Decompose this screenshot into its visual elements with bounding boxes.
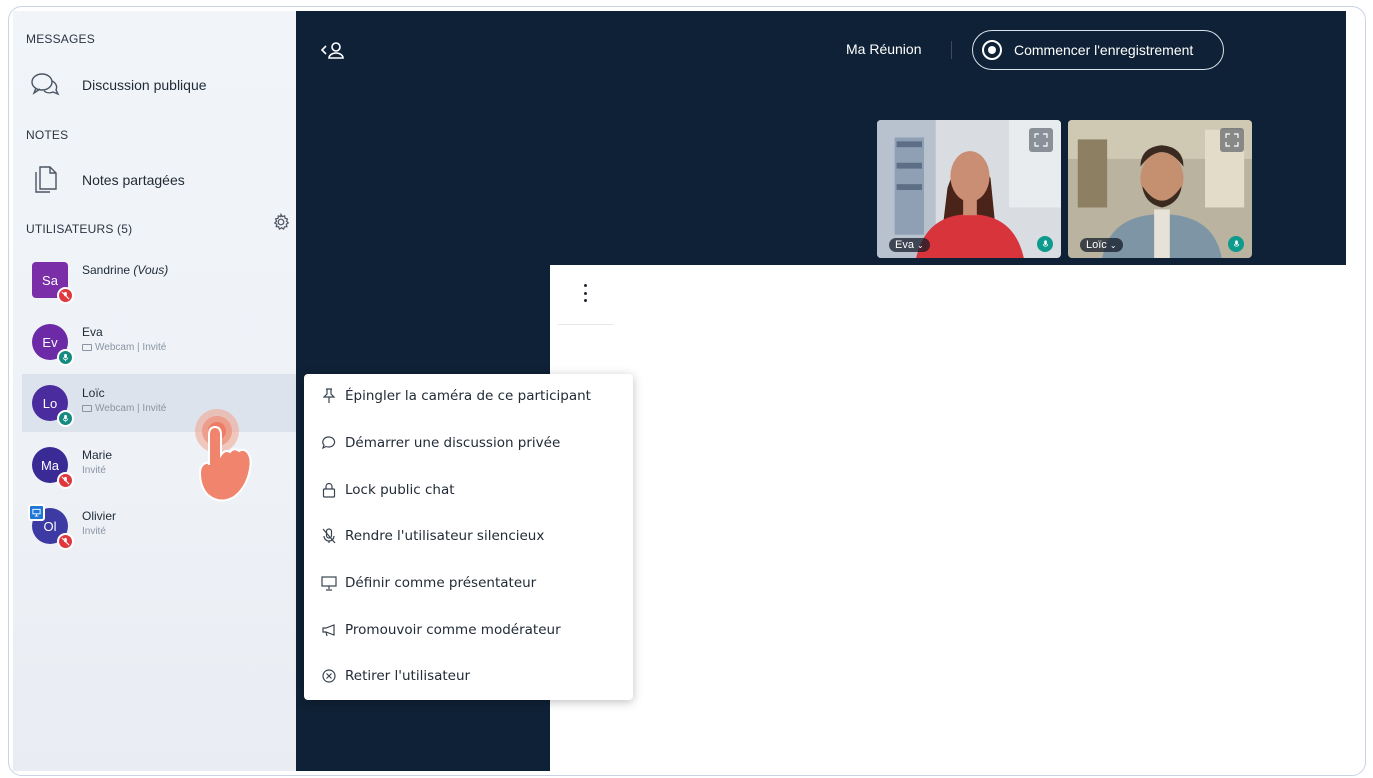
you-tag: (Vous) (133, 263, 169, 277)
user-status: Invité (82, 526, 106, 537)
user-name: Olivier (82, 509, 117, 523)
user-status: Webcam | Invité (82, 342, 166, 353)
webcam-icon (82, 344, 92, 351)
participant-label[interactable]: Eva ⌄ (889, 238, 930, 252)
video-tile-loic[interactable]: Loïc ⌄ (1066, 118, 1254, 260)
shared-notes-item[interactable]: Notes partagées (30, 162, 280, 198)
mic-icon (57, 410, 74, 427)
meeting-title: Ma Réunion (846, 41, 922, 57)
menu-item-lock-chat[interactable]: Lock public chat (304, 470, 633, 510)
chat-icon (30, 70, 60, 100)
menu-item-remove-user[interactable]: Retirer l'utilisateur (304, 656, 633, 696)
divider (951, 41, 952, 59)
expand-icon[interactable] (1029, 128, 1053, 152)
presentation-area (550, 265, 1346, 771)
user-name: Marie (82, 448, 113, 462)
sidebar: MESSAGES Discussion publique NOTES Notes… (13, 11, 296, 771)
mic-icon (1037, 236, 1053, 252)
mic-off-icon (321, 528, 337, 544)
user-item-eva[interactable]: Ev Eva Webcam | Invité (22, 313, 296, 371)
remove-circle-icon (321, 668, 337, 684)
user-item-sandrine[interactable]: Sa Sandrine (Vous) (22, 251, 296, 309)
user-name: Eva (82, 325, 103, 339)
shared-notes-label: Notes partagées (82, 172, 185, 188)
toggle-userlist-button[interactable] (318, 40, 348, 62)
public-chat-item[interactable]: Discussion publique (30, 67, 280, 103)
record-icon (982, 40, 1002, 60)
muted-mic-icon (57, 533, 74, 550)
notes-section-title: NOTES (26, 128, 69, 142)
tap-hand-icon (187, 405, 262, 515)
start-recording-button[interactable]: Commencer l'enregistrement (972, 30, 1224, 70)
lock-icon (321, 482, 337, 498)
menu-item-mute-user[interactable]: Rendre l'utilisateur silencieux (304, 516, 633, 556)
chevron-down-icon: ⌄ (917, 240, 924, 250)
participant-label[interactable]: Loïc ⌄ (1080, 238, 1123, 252)
mic-icon (57, 349, 74, 366)
expand-icon[interactable] (1220, 128, 1244, 152)
chat-bubble-icon (321, 435, 337, 451)
record-label: Commencer l'enregistrement (1014, 42, 1194, 58)
gear-icon[interactable] (272, 212, 290, 231)
user-context-menu: Épingler la caméra de ce participant Dém… (304, 374, 633, 700)
menu-item-private-chat[interactable]: Démarrer une discussion privée (304, 423, 633, 463)
chevron-down-icon: ⌄ (1109, 240, 1117, 250)
pin-icon (321, 388, 337, 404)
presenter-icon (28, 504, 45, 521)
muted-mic-icon (57, 472, 74, 489)
menu-item-promote-moderator[interactable]: Promouvoir comme modérateur (304, 610, 633, 650)
public-chat-label: Discussion publique (82, 77, 207, 93)
menu-item-make-presenter[interactable]: Définir comme présentateur (304, 563, 633, 603)
megaphone-icon (321, 622, 337, 638)
user-name: Sandrine (Vous) (82, 263, 169, 277)
user-status: Webcam | Invité (82, 403, 166, 414)
user-name: Loïc (82, 386, 105, 400)
presentation-icon (321, 575, 337, 591)
video-tile-eva[interactable]: Eva ⌄ (875, 118, 1063, 260)
messages-section-title: MESSAGES (26, 32, 95, 46)
mic-icon (1228, 236, 1244, 252)
menu-item-pin-camera[interactable]: Épingler la caméra de ce participant (304, 376, 633, 416)
users-section-title: UTILISATEURS (5) (26, 222, 133, 236)
divider (558, 324, 614, 325)
notes-icon (30, 165, 60, 195)
muted-mic-icon (57, 287, 74, 304)
webcam-icon (82, 405, 92, 412)
more-options-icon[interactable] (578, 282, 592, 304)
user-list-icon (320, 42, 344, 59)
user-status: Invité (82, 465, 106, 476)
